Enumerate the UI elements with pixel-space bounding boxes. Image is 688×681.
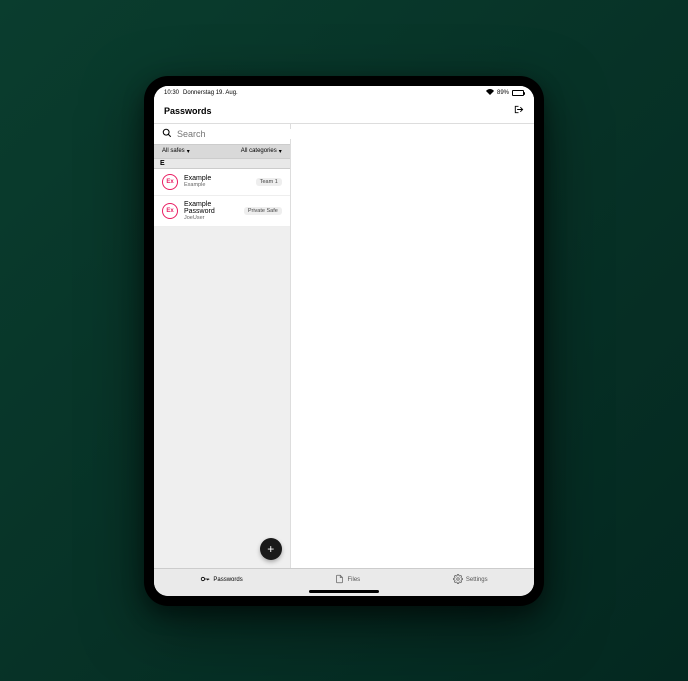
status-time: 10:30 <box>164 90 179 96</box>
filter-safes-label: All safes <box>162 148 185 154</box>
sidebar: All safes ▾ All categories ▾ E Ex Exampl… <box>154 124 291 568</box>
list-item[interactable]: Ex Example Password JoeUser Private Safe <box>154 196 290 227</box>
chevron-down-icon: ▾ <box>279 148 282 155</box>
tab-files[interactable]: Files <box>335 574 360 586</box>
gear-icon <box>453 574 463 586</box>
status-bar: 10:30 Donnerstag 19. Aug. 89% <box>154 86 534 100</box>
tab-passwords-label: Passwords <box>213 577 242 583</box>
item-tag: Private Safe <box>244 207 282 215</box>
search-icon <box>162 128 172 140</box>
search-bar[interactable] <box>154 124 290 145</box>
page-title: Passwords <box>164 106 212 116</box>
section-header: E <box>154 158 290 169</box>
avatar: Ex <box>162 203 178 219</box>
home-indicator[interactable] <box>309 590 379 593</box>
add-button[interactable]: + <box>260 538 282 560</box>
avatar: Ex <box>162 174 178 190</box>
chevron-down-icon: ▾ <box>187 148 190 155</box>
tablet-frame: 10:30 Donnerstag 19. Aug. 89% Passwords <box>144 76 544 606</box>
battery-percent: 89% <box>497 90 509 96</box>
filter-categories-label: All categories <box>241 148 277 154</box>
item-subtitle: JoeUser <box>184 215 238 221</box>
list-item[interactable]: Ex Example Example Team 1 <box>154 169 290 196</box>
detail-pane <box>291 124 534 568</box>
item-title: Example Password <box>184 201 238 215</box>
filter-safes[interactable]: All safes ▾ <box>162 148 190 155</box>
item-tag: Team 1 <box>256 178 282 186</box>
files-icon <box>335 574 344 586</box>
nav-bar: Passwords <box>154 100 534 124</box>
plus-icon: + <box>267 542 274 556</box>
search-input[interactable] <box>177 129 294 139</box>
tab-settings[interactable]: Settings <box>453 574 488 586</box>
screen: 10:30 Donnerstag 19. Aug. 89% Passwords <box>154 86 534 596</box>
filter-categories[interactable]: All categories ▾ <box>241 148 282 155</box>
tab-passwords[interactable]: Passwords <box>200 574 242 586</box>
filter-bar: All safes ▾ All categories ▾ <box>154 145 290 158</box>
status-date: Donnerstag 19. Aug. <box>183 90 238 96</box>
exit-icon[interactable] <box>513 104 524 118</box>
item-subtitle: Example <box>184 182 250 188</box>
item-title: Example <box>184 175 250 182</box>
battery-icon <box>512 90 524 96</box>
tab-settings-label: Settings <box>466 577 488 583</box>
wifi-icon <box>486 89 494 97</box>
tab-files-label: Files <box>347 577 360 583</box>
key-icon <box>200 574 210 586</box>
content-area: All safes ▾ All categories ▾ E Ex Exampl… <box>154 124 534 568</box>
